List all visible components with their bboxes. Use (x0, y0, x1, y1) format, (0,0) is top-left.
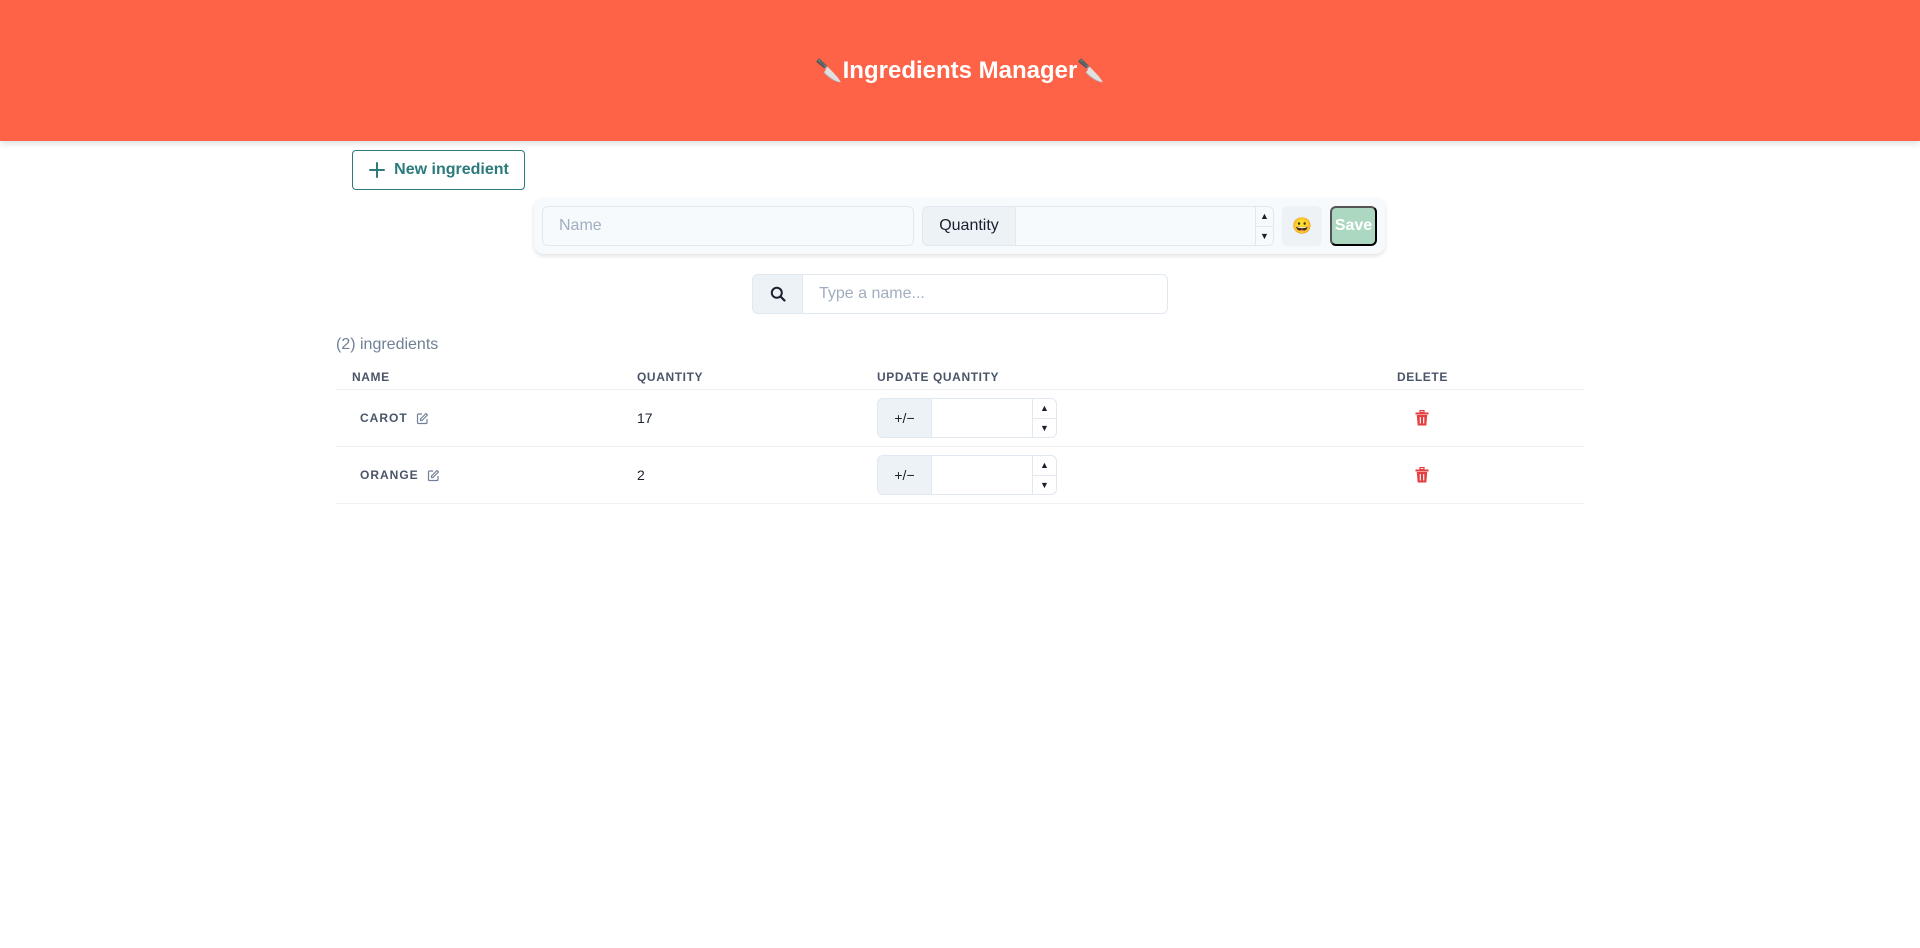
table-header: Name Quantity Update quantity Delete (336, 364, 1584, 390)
update-quantity-stepper: ▲ ▼ (1032, 399, 1056, 437)
search-input[interactable] (802, 274, 1168, 314)
column-header-name: Name (352, 370, 390, 384)
quantity-label: Quantity (922, 206, 1015, 246)
column-header-update-quantity: Update quantity (877, 370, 1000, 384)
column-header-delete: Delete (1397, 370, 1448, 384)
knife-icon: 🔪 (815, 57, 843, 83)
update-quantity-input[interactable] (932, 456, 1032, 494)
ingredient-quantity: 2 (637, 467, 645, 483)
delete-button[interactable] (1407, 447, 1437, 503)
search-addon (752, 274, 802, 314)
name-input[interactable] (542, 206, 914, 246)
caret-up-icon: ▲ (1040, 460, 1049, 471)
caret-down-icon: ▼ (1040, 422, 1049, 433)
edit-icon[interactable] (427, 469, 440, 482)
page-title: 🔪 Ingredients Manager 🔪 (815, 57, 1105, 85)
update-quantity-field: +/− ▲ ▼ (877, 390, 1057, 446)
ingredient-name-cell: Carot (360, 390, 429, 446)
increment-button[interactable]: ▲ (1256, 207, 1273, 226)
caret-up-icon: ▲ (1040, 403, 1049, 414)
ingredient-count: (2) ingredients (336, 336, 439, 353)
knife-icon: 🔪 (1077, 57, 1105, 83)
increment-button[interactable]: ▲ (1033, 399, 1056, 418)
table-row: Orange 2 +/− ▲ ▼ (336, 447, 1584, 504)
ingredient-name: Carot (360, 411, 408, 425)
new-ingredient-label: New ingredient (394, 161, 509, 178)
smiley-icon: 😀 (1292, 218, 1312, 235)
column-header-quantity: Quantity (637, 370, 704, 384)
decrement-button[interactable]: ▼ (1033, 474, 1056, 495)
ingredients-table: Name Quantity Update quantity Delete Car… (336, 364, 1584, 504)
decrement-button[interactable]: ▼ (1033, 417, 1056, 438)
update-quantity-stepper: ▲ ▼ (1032, 456, 1056, 494)
edit-icon[interactable] (416, 412, 429, 425)
increment-button[interactable]: ▲ (1033, 456, 1056, 475)
update-quantity-wrapper: ▲ ▼ (931, 398, 1057, 438)
caret-down-icon: ▼ (1260, 230, 1269, 241)
plus-minus-label: +/− (877, 455, 931, 495)
search-icon (770, 286, 786, 302)
app-header: 🔪 Ingredients Manager 🔪 (0, 0, 1920, 141)
save-button[interactable]: Save (1330, 206, 1377, 246)
quantity-field: ▲ ▼ (1015, 206, 1274, 246)
quantity-stepper: ▲ ▼ (1255, 207, 1273, 245)
update-quantity-wrapper: ▲ ▼ (931, 455, 1057, 495)
decrement-button[interactable]: ▼ (1256, 225, 1273, 246)
new-ingredient-form: Quantity ▲ ▼ 😀 Save (534, 198, 1385, 254)
delete-button[interactable] (1407, 390, 1437, 446)
ingredient-name-cell: Orange (360, 447, 440, 503)
table-row: Carot 17 +/− ▲ ▼ (336, 390, 1584, 447)
trash-icon (1415, 410, 1429, 426)
caret-up-icon: ▲ (1260, 211, 1269, 222)
trash-icon (1415, 467, 1429, 483)
emoji-picker-button[interactable]: 😀 (1282, 206, 1322, 246)
update-quantity-input[interactable] (932, 399, 1032, 437)
search-bar (752, 274, 1168, 314)
plus-minus-label: +/− (877, 398, 931, 438)
plus-icon (369, 162, 386, 178)
update-quantity-field: +/− ▲ ▼ (877, 447, 1057, 503)
page-title-text: Ingredients Manager (842, 56, 1078, 84)
caret-down-icon: ▼ (1040, 479, 1049, 490)
ingredient-name: Orange (360, 468, 419, 482)
quantity-input[interactable] (1016, 207, 1255, 245)
new-ingredient-button[interactable]: New ingredient (352, 150, 525, 190)
ingredient-quantity: 17 (637, 410, 653, 426)
